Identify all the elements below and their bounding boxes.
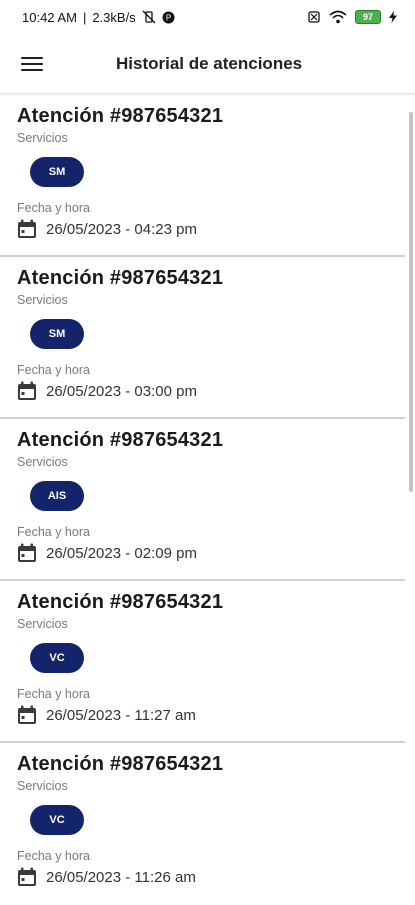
calendar-icon xyxy=(18,867,36,886)
datetime-row: 26/05/2023 - 04:23 pm xyxy=(17,219,405,239)
datetime-row: 26/05/2023 - 03:00 pm xyxy=(17,381,405,401)
status-bar: 10:42 AM | 2.3kB/s P 97 xyxy=(0,0,415,34)
calendar-icon xyxy=(18,219,36,238)
vibrate-off-icon xyxy=(142,10,156,24)
charging-icon xyxy=(389,11,397,23)
status-separator: | xyxy=(82,9,87,25)
calendar-icon xyxy=(18,543,36,562)
services-label: Servicios xyxy=(17,131,68,145)
record-title: Atención #987654321 xyxy=(17,267,224,289)
datetime-label: Fecha y hora xyxy=(17,687,90,701)
datetime-value: 26/05/2023 - 11:26 am xyxy=(46,868,196,886)
status-right: 97 xyxy=(307,10,397,24)
datetime-value: 26/05/2023 - 11:27 am xyxy=(46,706,196,724)
record-card[interactable]: Atención #987654321 Servicios VC Fecha y… xyxy=(0,743,405,905)
sim-icon xyxy=(308,11,320,23)
datetime-row: 26/05/2023 - 11:27 am xyxy=(17,705,405,725)
service-chip[interactable]: SM xyxy=(30,319,84,349)
record-card[interactable]: Atención #987654321 Servicios SM Fecha y… xyxy=(0,257,405,419)
record-title: Atención #987654321 xyxy=(17,591,224,613)
services-label: Servicios xyxy=(17,617,68,631)
services-label: Servicios xyxy=(17,293,68,307)
datetime-label: Fecha y hora xyxy=(17,201,90,215)
menu-button[interactable] xyxy=(0,34,64,94)
record-card[interactable]: Atención #987654321 Servicios SM Fecha y… xyxy=(0,95,405,257)
scrollbar[interactable] xyxy=(409,112,413,492)
status-network-speed: 2.3kB/s xyxy=(92,9,136,25)
service-chip[interactable]: SM xyxy=(30,157,84,187)
datetime-value: 26/05/2023 - 03:00 pm xyxy=(46,382,197,400)
datetime-label: Fecha y hora xyxy=(17,525,90,539)
service-chip[interactable]: VC xyxy=(30,643,84,673)
records-list: Atención #987654321 Servicios SM Fecha y… xyxy=(0,95,405,905)
record-title: Atención #987654321 xyxy=(17,105,224,127)
service-chip[interactable]: VC xyxy=(30,805,84,835)
hamburger-menu-icon xyxy=(21,53,43,75)
app-bar: Historial de atenciones xyxy=(0,34,415,94)
app-notification-icon: P xyxy=(162,11,175,23)
record-card[interactable]: Atención #987654321 Servicios VC Fecha y… xyxy=(0,581,405,743)
record-card[interactable]: Atención #987654321 Servicios AIS Fecha … xyxy=(0,419,405,581)
datetime-row: 26/05/2023 - 02:09 pm xyxy=(17,543,405,563)
datetime-row: 26/05/2023 - 11:26 am xyxy=(17,867,405,887)
datetime-value: 26/05/2023 - 02:09 pm xyxy=(46,544,197,562)
datetime-value: 26/05/2023 - 04:23 pm xyxy=(46,220,197,238)
svg-text:P: P xyxy=(166,13,171,22)
record-title: Atención #987654321 xyxy=(17,429,224,451)
battery-icon: 97 xyxy=(355,10,381,24)
calendar-icon xyxy=(18,705,36,724)
datetime-label: Fecha y hora xyxy=(17,363,90,377)
calendar-icon xyxy=(18,381,36,400)
wifi-icon xyxy=(329,10,347,24)
datetime-label: Fecha y hora xyxy=(17,849,90,863)
services-label: Servicios xyxy=(17,779,68,793)
status-time: 10:42 AM xyxy=(22,9,77,25)
services-label: Servicios xyxy=(17,455,68,469)
status-left: 10:42 AM | 2.3kB/s P xyxy=(22,10,175,25)
page-title: Historial de atenciones xyxy=(116,53,303,73)
service-chip[interactable]: AIS xyxy=(30,481,84,511)
record-title: Atención #987654321 xyxy=(17,753,224,775)
